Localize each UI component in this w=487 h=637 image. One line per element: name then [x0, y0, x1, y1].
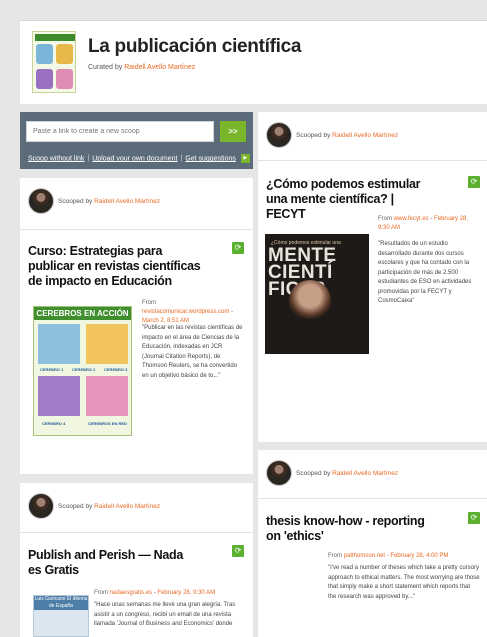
- rescoop-icon[interactable]: ⟳: [468, 176, 480, 188]
- get-suggestions-link[interactable]: Get suggestions: [185, 155, 236, 162]
- topic-header: La publicación científica Curated by Rai…: [20, 20, 487, 104]
- post-card: Scooped by Raidell Avello Martínez Curso…: [20, 178, 253, 474]
- source-link[interactable]: patthomson.net: [344, 553, 385, 559]
- scooped-by: Scooped by Raidell Avello Martínez: [28, 188, 160, 214]
- rescoop-icon[interactable]: ⟳: [468, 512, 480, 524]
- source-link[interactable]: revistacomunicar.wordpress.com: [142, 309, 229, 315]
- rescoop-icon[interactable]: ⟳: [232, 242, 244, 254]
- scoop-without-link-link[interactable]: Scoop without link: [28, 155, 84, 162]
- post-date: February 28, 9:30 AM: [157, 590, 216, 596]
- post-image[interactable]: Luis Garicano El dilema de España: [33, 595, 89, 637]
- source-link[interactable]: www.fecyt.es: [394, 216, 429, 222]
- scooped-by: Scooped by Raidell Avello Martínez: [266, 460, 398, 486]
- curated-by: Curated by Raidell Avello Martínez: [88, 64, 196, 71]
- suggestions-badge[interactable]: ▶: [240, 154, 250, 163]
- source-link[interactable]: nadaesgratis.es: [110, 590, 152, 596]
- scooped-by: Scooped by Raidell Avello Martínez: [266, 122, 398, 148]
- topic-thumbnail[interactable]: [32, 31, 76, 93]
- post-source: From www.fecyt.es - February 28, 9:30 AM: [378, 216, 469, 231]
- post-card: Scooped by Raidell Avello Martínez ¿Cómo…: [258, 112, 487, 442]
- post-image[interactable]: ¿Cómo podemos estimular una MENTE CIENTÍ…: [265, 234, 369, 354]
- post-excerpt: "Hace unas semanas me llevé una gran ale…: [94, 602, 236, 627]
- avatar[interactable]: [28, 493, 54, 519]
- post-excerpt: "Resultados de un estudio desarrollado d…: [378, 241, 472, 304]
- author-link[interactable]: Raidell Avello Martínez: [94, 503, 160, 510]
- post-title[interactable]: thesis know-how - reporting on 'ethics': [266, 514, 436, 544]
- post-image[interactable]: CEREBROS EN ACCIÓN CEREBRO 1 CEREBRO 2 C…: [33, 306, 132, 436]
- scoop-link-input[interactable]: [26, 121, 214, 142]
- curator-link[interactable]: Raidell Avello Martínez: [124, 64, 195, 71]
- post-date: February 28, 4:00 PM: [390, 553, 449, 559]
- author-link[interactable]: Raidell Avello Martínez: [94, 198, 160, 205]
- scoop-go-button[interactable]: >>: [220, 121, 246, 142]
- scoop-links: Scoop without link | Upload your own docum…: [28, 154, 250, 163]
- author-link[interactable]: Raidell Avello Martínez: [332, 470, 398, 477]
- upload-document-link[interactable]: Upload your own document: [92, 155, 177, 162]
- post-title[interactable]: Curso: Estrategias para publicar en revi…: [28, 244, 208, 289]
- avatar[interactable]: [28, 188, 54, 214]
- new-scoop-panel: >> Scoop without link|Upload your own do…: [20, 112, 253, 169]
- post-source: From revistacomunicar.wordpress.com - Ma…: [142, 300, 234, 324]
- post-source: From nadaesgratis.es - February 28, 9:30…: [94, 590, 216, 596]
- post-excerpt: "Publicar en las revistas científicas de…: [142, 325, 243, 379]
- author-link[interactable]: Raidell Avello Martínez: [332, 132, 398, 139]
- post-card: Scooped by Raidell Avello Martínez thesi…: [258, 450, 487, 637]
- avatar[interactable]: [266, 122, 292, 148]
- scooped-by: Scooped by Raidell Avello Martínez: [28, 493, 160, 519]
- post-card: Scooped by Raidell Avello Martínez Publi…: [20, 483, 253, 637]
- avatar[interactable]: [266, 460, 292, 486]
- post-source: From patthomson.net - February 28, 4:00 …: [328, 553, 449, 559]
- post-excerpt: "I've read a number of theses which take…: [328, 565, 480, 600]
- page-title: La publicación científica: [88, 36, 302, 57]
- rescoop-icon[interactable]: ⟳: [232, 545, 244, 557]
- post-title[interactable]: Publish and Perish — Nada es Gratis: [28, 548, 193, 578]
